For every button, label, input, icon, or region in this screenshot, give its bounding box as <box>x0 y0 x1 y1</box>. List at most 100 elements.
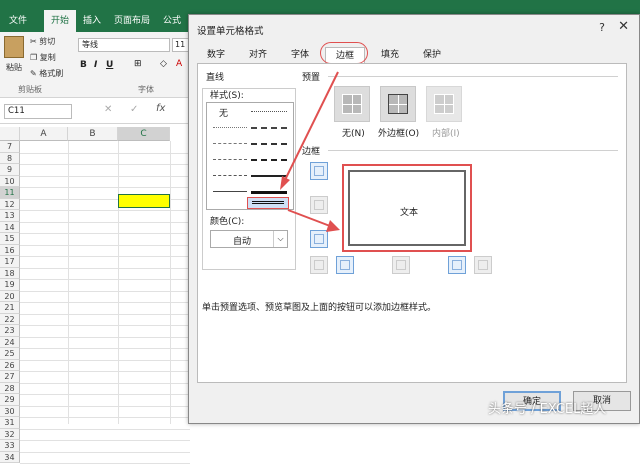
tab-alignment[interactable]: 对齐 <box>241 47 275 63</box>
row-header[interactable]: 12 <box>0 198 20 210</box>
name-box[interactable]: C11 <box>4 104 72 119</box>
format-cells-dialog: 设置单元格格式 ? ✕ 数字 对齐 字体 边框 填充 保护 直线 样式(S): … <box>188 14 640 424</box>
scissors-icon: ✂ <box>30 37 37 46</box>
italic-button[interactable]: I <box>94 60 97 70</box>
row-header[interactable]: 20 <box>0 290 20 302</box>
tab-file[interactable]: 文件 <box>0 10 36 32</box>
gridline <box>20 152 190 154</box>
gridline <box>68 141 69 424</box>
column-header-c[interactable]: C <box>118 127 170 141</box>
row-header[interactable]: 32 <box>0 428 20 440</box>
gridline <box>20 175 190 177</box>
row-header[interactable]: 34 <box>0 451 20 463</box>
border-button[interactable]: ⊞ <box>134 59 142 69</box>
bold-button[interactable]: B <box>80 60 87 70</box>
row-header[interactable]: 22 <box>0 313 20 325</box>
column-header-b[interactable]: B <box>68 127 118 141</box>
gridline <box>20 256 190 257</box>
confirm-formula-icon[interactable]: ✓ <box>130 104 138 115</box>
gridline <box>20 267 190 269</box>
formula-bar: C11 ✕ ✓ fx <box>0 98 190 124</box>
selected-cell-c11[interactable] <box>118 194 170 208</box>
copy-button[interactable]: ❐ 复制 <box>30 52 56 63</box>
format-painter-button[interactable]: ✎ 格式刷 <box>30 68 63 79</box>
row-header[interactable]: 18 <box>0 267 20 279</box>
worksheet-grid[interactable]: A B C 7 8 9 10 11 12 13 14 15 16 17 18 19 20 21 22 23 24 2… <box>0 127 190 464</box>
row-header[interactable]: 25 <box>0 348 20 360</box>
gridline <box>20 233 190 234</box>
select-all-corner[interactable] <box>0 127 20 141</box>
font-group-label: 字体 <box>138 85 154 94</box>
fill-color-button[interactable]: ◇ <box>160 59 167 69</box>
help-icon[interactable]: ? <box>599 21 605 34</box>
gridline <box>20 336 190 338</box>
gridline <box>20 279 190 280</box>
format-painter-label: 格式刷 <box>39 69 64 78</box>
title-bar <box>0 0 640 10</box>
gridline <box>20 394 190 395</box>
row-header[interactable]: 28 <box>0 382 20 394</box>
gridline <box>20 382 190 384</box>
gridline <box>20 313 190 315</box>
arrowhead-style <box>280 176 290 190</box>
gridline <box>20 451 190 453</box>
gridline <box>118 141 119 424</box>
gridline <box>20 290 190 292</box>
row-header[interactable]: 29 <box>0 394 20 406</box>
row-header[interactable]: 11 <box>0 187 20 199</box>
row-header[interactable]: 19 <box>0 279 20 291</box>
row-header[interactable]: 14 <box>0 221 20 233</box>
annotation-arrows <box>280 71 340 232</box>
border-tab-highlight <box>320 42 368 64</box>
row-header[interactable]: 21 <box>0 302 20 314</box>
tab-home[interactable]: 开始 <box>44 10 76 32</box>
copy-label: 复制 <box>39 53 56 62</box>
cut-button[interactable]: ✂ 剪切 <box>30 36 55 47</box>
row-header[interactable]: 10 <box>0 175 20 187</box>
arrowhead-preview <box>326 220 340 232</box>
row-header[interactable]: 30 <box>0 405 20 417</box>
font-color-button[interactable]: A <box>176 59 182 69</box>
gridline <box>20 221 190 223</box>
arrow-style-to-preview <box>287 209 331 227</box>
gridline <box>20 187 190 188</box>
tab-font[interactable]: 字体 <box>283 47 317 63</box>
tab-formulas[interactable]: 公式 <box>158 10 186 32</box>
tab-page-layout[interactable]: 页面布局 <box>110 10 154 32</box>
cancel-formula-icon[interactable]: ✕ <box>104 104 112 115</box>
gridline <box>20 417 190 418</box>
tab-protection[interactable]: 保护 <box>415 47 449 63</box>
tab-number[interactable]: 数字 <box>199 47 233 63</box>
clipboard-group-label: 剪贴板 <box>18 85 42 94</box>
dialog-title: 设置单元格格式 <box>197 26 264 37</box>
close-icon[interactable]: ✕ <box>618 19 629 34</box>
row-header[interactable]: 16 <box>0 244 20 256</box>
row-header[interactable]: 24 <box>0 336 20 348</box>
row-header[interactable]: 26 <box>0 359 20 371</box>
row-header[interactable]: 17 <box>0 256 20 268</box>
paste-icon[interactable] <box>4 36 24 58</box>
function-icon[interactable]: fx <box>156 103 165 114</box>
row-header[interactable]: 27 <box>0 371 20 383</box>
row-header[interactable]: 8 <box>0 152 20 164</box>
tab-fill[interactable]: 填充 <box>373 47 407 63</box>
paste-label[interactable]: 粘贴 <box>6 62 22 73</box>
gridline <box>20 405 190 407</box>
underline-button[interactable]: U <box>106 60 113 70</box>
tab-insert[interactable]: 插入 <box>78 10 106 32</box>
gridline <box>20 210 190 211</box>
row-header[interactable]: 7 <box>0 141 20 153</box>
row-header[interactable]: 23 <box>0 325 20 337</box>
row-header[interactable]: 31 <box>0 417 20 429</box>
ribbon: 粘贴 ✂ 剪切 ❐ 复制 ✎ 格式刷 剪贴板 等线 11 B I U ⊞ ◇ A… <box>0 32 190 98</box>
row-header[interactable]: 13 <box>0 210 20 222</box>
row-header[interactable]: 33 <box>0 440 20 452</box>
column-header-a[interactable]: A <box>20 127 68 141</box>
row-header[interactable]: 15 <box>0 233 20 245</box>
gridline <box>20 440 190 441</box>
gridline <box>20 164 190 165</box>
watermark: 头条号 / EXCEL超人 <box>488 402 607 417</box>
border-tab-panel: 直线 样式(S): 无 颜色(C): 自动 ⌵ 预置 无(N) 外边框(O) 内… <box>197 63 627 383</box>
font-name-select[interactable]: 等线 <box>78 38 170 52</box>
row-header[interactable]: 9 <box>0 164 20 176</box>
